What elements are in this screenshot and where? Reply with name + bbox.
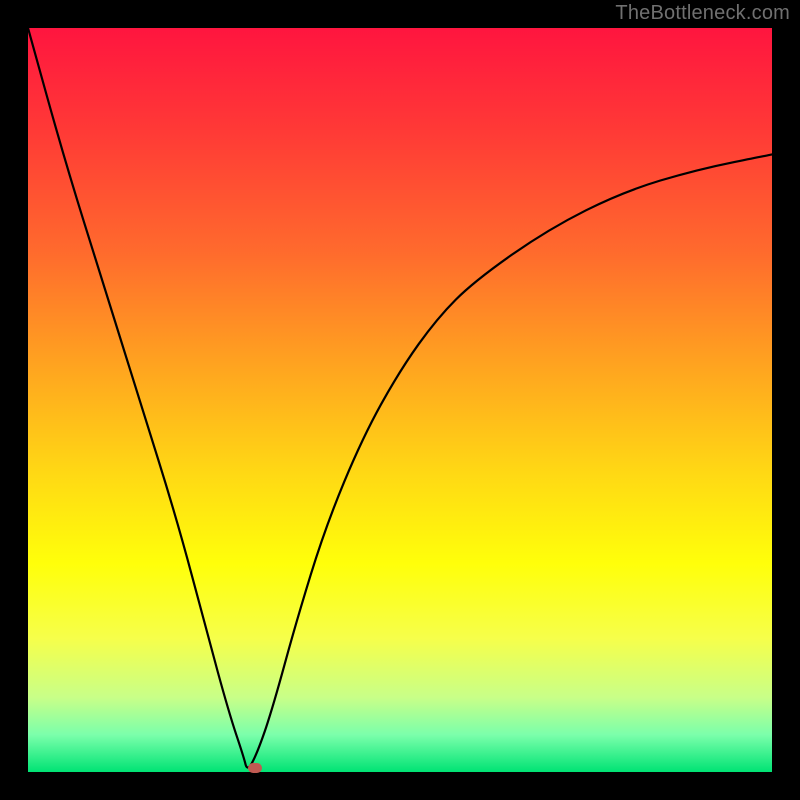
plot-area xyxy=(28,28,772,772)
min-marker xyxy=(248,763,262,773)
watermark-text: TheBottleneck.com xyxy=(615,2,790,25)
chart-frame: TheBottleneck.com xyxy=(0,0,800,800)
curve-path xyxy=(28,28,772,768)
curve-svg xyxy=(28,28,772,772)
